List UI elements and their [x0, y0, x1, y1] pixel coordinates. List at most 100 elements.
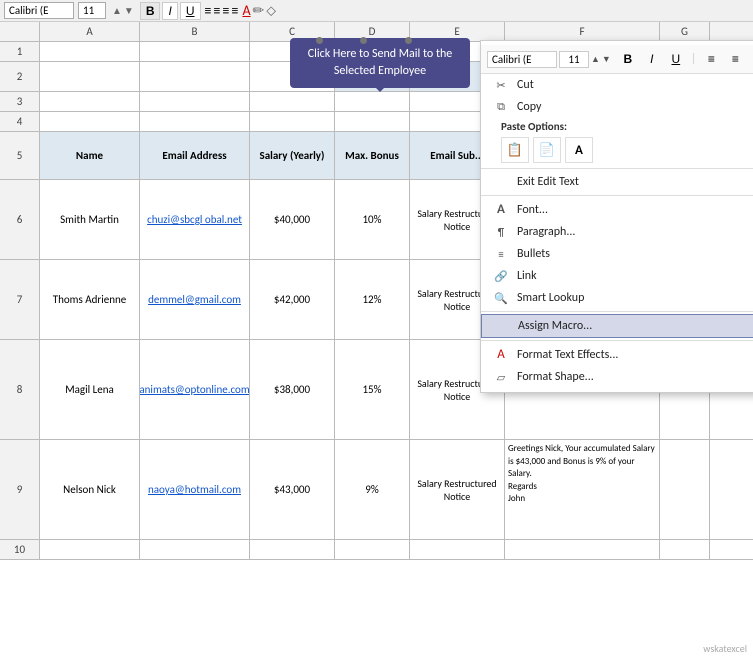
ctx-font-size[interactable]: 11	[559, 51, 589, 68]
ctx-item-exit-edit[interactable]: Exit Edit Text	[481, 171, 753, 193]
paste-btn-3[interactable]: A	[565, 137, 593, 163]
handle-top-right	[405, 34, 412, 48]
format-text-icon: A	[491, 347, 511, 362]
ctx-label-format-text-effects: Format Text Effects...	[517, 348, 618, 362]
handle-top-left	[316, 34, 323, 48]
row-header-3: 3	[0, 92, 40, 112]
cell-name-thoms[interactable]: Thoms Adrienne	[40, 260, 140, 339]
paste-btn-1[interactable]: 📋	[501, 137, 529, 163]
cut-icon: ✂	[491, 79, 511, 92]
grid-row-9: Nelson Nick naoya@hotmail.com $43,000 9%…	[40, 440, 753, 540]
italic-button[interactable]: I	[162, 2, 177, 20]
ctx-italic-btn[interactable]: I	[641, 49, 663, 69]
row-header-6: 6	[0, 180, 40, 260]
format-shape-icon: ▱	[491, 371, 511, 384]
header-salary[interactable]: Salary (Yearly)	[250, 132, 335, 179]
ctx-sep-1	[481, 168, 753, 169]
cell-c10[interactable]	[250, 540, 335, 559]
cell-c4[interactable]	[250, 112, 335, 131]
row-header-10: 10	[0, 540, 40, 560]
cell-bonus-thoms[interactable]: 12%	[335, 260, 410, 339]
underline-button[interactable]: U	[180, 2, 201, 20]
link-icon: 🔗	[491, 270, 511, 283]
cell-emailsub-nelson[interactable]: Salary Restructured Notice	[410, 440, 505, 539]
ctx-item-format-text-effects[interactable]: A Format Text Effects...	[481, 343, 753, 366]
ctx-item-paragraph[interactable]: ¶ Paragraph...	[481, 221, 753, 243]
ctx-font-name[interactable]: Calibri (E	[487, 51, 557, 68]
cell-email-thoms[interactable]: demmel@gmail.com	[140, 260, 250, 339]
cell-c3[interactable]	[250, 92, 335, 111]
ctx-label-bullets: Bullets	[517, 247, 550, 261]
col-header-g: G	[660, 22, 710, 41]
corner-cell	[0, 22, 40, 41]
cell-b3[interactable]	[140, 92, 250, 111]
cell-b2[interactable]	[140, 62, 250, 91]
cell-d10[interactable]	[335, 540, 410, 559]
ctx-align-right-btn[interactable]: ≡	[748, 49, 753, 69]
cell-email-smith[interactable]: chuzi@sbcgl obal.net	[140, 180, 250, 259]
font-name-display[interactable]: Calibri (E	[4, 2, 74, 19]
ctx-item-bullets[interactable]: ≡ Bullets ▶	[481, 243, 753, 265]
cell-name-smith[interactable]: Smith Martin	[40, 180, 140, 259]
ctx-label-font: Font...	[517, 203, 548, 217]
cell-email-magil[interactable]: animats@optonline.com	[140, 340, 250, 439]
ctx-label-format-shape: Format Shape...	[517, 370, 594, 384]
ctx-label-paragraph: Paragraph...	[517, 225, 575, 239]
ctx-label-link: Link	[517, 269, 537, 283]
cell-b1[interactable]	[140, 42, 250, 61]
ctx-align-left-btn[interactable]: ≡	[700, 49, 722, 69]
ctx-underline-btn[interactable]: U	[665, 49, 687, 69]
ctx-item-assign-macro[interactable]: Assign Macro... ↖	[481, 314, 753, 338]
cell-d3[interactable]	[335, 92, 410, 111]
paste-btn-2[interactable]: 📄	[533, 137, 561, 163]
ctx-item-copy[interactable]: ⧉ Copy	[481, 96, 753, 118]
row-header-7: 7	[0, 260, 40, 340]
cell-bonus-nelson[interactable]: 9%	[335, 440, 410, 539]
cell-h-nelson[interactable]	[660, 440, 710, 539]
header-email[interactable]: Email Address	[140, 132, 250, 179]
cell-b10[interactable]	[140, 540, 250, 559]
ctx-item-format-shape[interactable]: ▱ Format Shape...	[481, 366, 753, 388]
ctx-item-cut[interactable]: ✂ Cut	[481, 74, 753, 96]
row-header-2: 2	[0, 62, 40, 92]
ctx-item-font[interactable]: A Font...	[481, 198, 753, 221]
col-header-a: A	[40, 22, 140, 41]
cell-salary-nelson[interactable]: $43,000	[250, 440, 335, 539]
row-header-1: 1	[0, 42, 40, 62]
paragraph-icon: ¶	[491, 226, 511, 239]
ctx-font-up[interactable]: ▲	[591, 54, 600, 65]
ctx-format-bar: Calibri (E 11 ▲ ▼ B I U | ≡ ≡ ≡ A ⬦	[481, 45, 753, 74]
ctx-label-cut: Cut	[517, 78, 534, 92]
cell-salary-magil[interactable]: $38,000	[250, 340, 335, 439]
ctx-bold-btn[interactable]: B	[617, 49, 639, 69]
cell-f10[interactable]	[505, 540, 660, 559]
cell-content-nelson[interactable]: Greetings Nick, Your accumulated Salary …	[505, 440, 660, 539]
cell-salary-thoms[interactable]: $42,000	[250, 260, 335, 339]
cell-name-nelson[interactable]: Nelson Nick	[40, 440, 140, 539]
cell-a10[interactable]	[40, 540, 140, 559]
cell-a4[interactable]	[40, 112, 140, 131]
ctx-item-smart-lookup[interactable]: 🔍 Smart Lookup	[481, 287, 753, 309]
row-header-9: 9	[0, 440, 40, 540]
cell-e10[interactable]	[410, 540, 505, 559]
cell-email-nelson[interactable]: naoya@hotmail.com	[140, 440, 250, 539]
cell-a1[interactable]	[40, 42, 140, 61]
bold-button[interactable]: B	[140, 2, 161, 20]
cell-d4[interactable]	[335, 112, 410, 131]
cell-bonus-smith[interactable]: 10%	[335, 180, 410, 259]
cell-a2[interactable]	[40, 62, 140, 91]
header-name[interactable]: Name	[40, 132, 140, 179]
cell-name-magil[interactable]: Magil Lena	[40, 340, 140, 439]
excel-container: Calibri (E 11 ▲ ▼ B I U ≡ ≡ ≡ ≡ A ✏ ⬦ A …	[0, 0, 753, 659]
ctx-font-down[interactable]: ▼	[602, 54, 611, 65]
cell-bonus-magil[interactable]: 15%	[335, 340, 410, 439]
header-bonus[interactable]: Max. Bonus	[335, 132, 410, 179]
cell-b4[interactable]	[140, 112, 250, 131]
cell-g10[interactable]	[660, 540, 710, 559]
cell-salary-smith[interactable]: $40,000	[250, 180, 335, 259]
col-header-f: F	[505, 22, 660, 41]
ctx-align-center-btn[interactable]: ≡	[724, 49, 746, 69]
cell-a3[interactable]	[40, 92, 140, 111]
font-size-display[interactable]: 11	[78, 2, 106, 19]
ctx-item-link[interactable]: 🔗 Link	[481, 265, 753, 287]
